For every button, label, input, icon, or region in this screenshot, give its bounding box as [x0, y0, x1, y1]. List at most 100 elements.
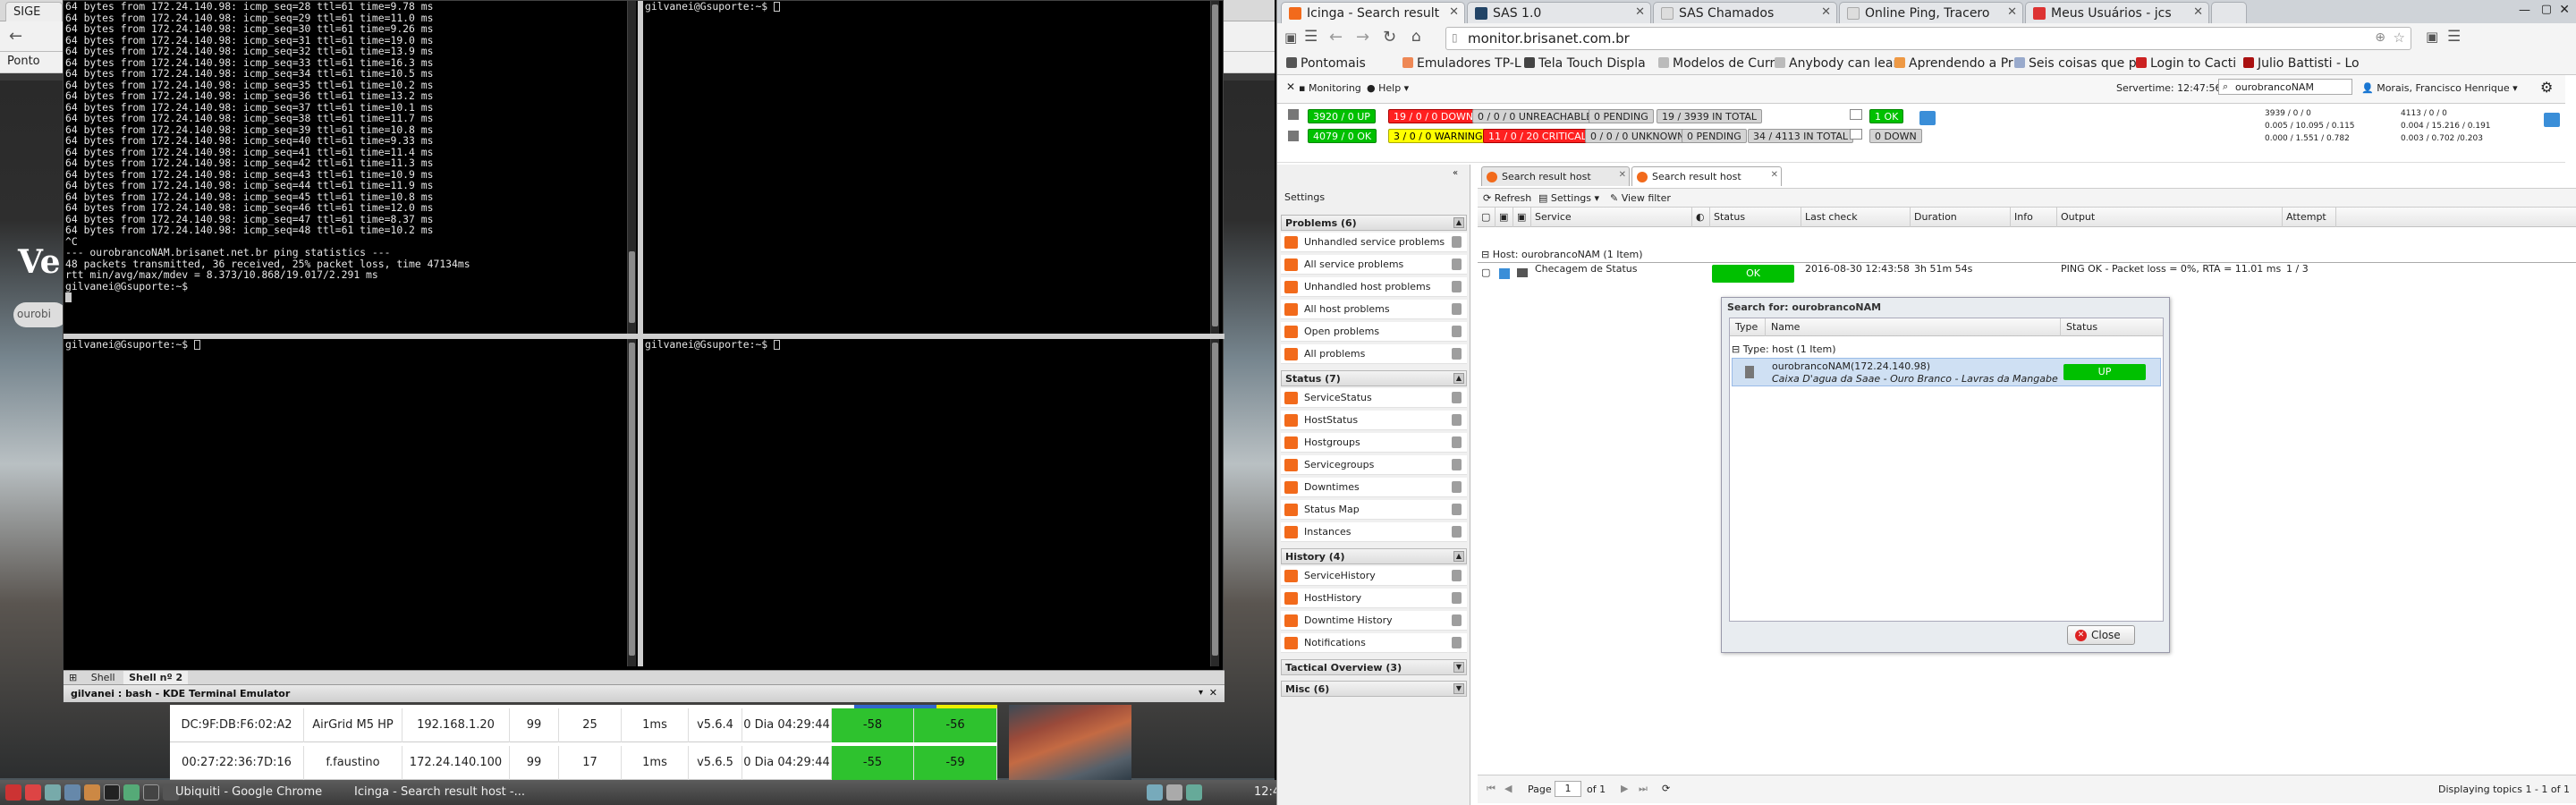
terminal-tab-shell-2[interactable]: Shell nº 2: [123, 671, 189, 684]
services-pending[interactable]: 0 PENDING: [1682, 129, 1747, 143]
terminal-pane-top-right[interactable]: gilvanei@Gsuporte:~$: [645, 1, 1208, 334]
table-row[interactable]: 00:27:22:36:7D:16 f.faustino 172.24.140.10…: [170, 746, 997, 780]
sidebar-item[interactable]: HostStatus: [1281, 411, 1467, 430]
terminal-scrollbar[interactable]: [627, 1, 636, 334]
sidebar-item[interactable]: All problems: [1281, 344, 1467, 364]
forward-arrow-icon[interactable]: →: [1356, 28, 1369, 47]
hosts-pending[interactable]: 0 PENDING: [1589, 109, 1654, 123]
close-tab-icon[interactable]: ✕: [1771, 170, 1778, 180]
terminal-pane-bottom-left[interactable]: gilvanei@Gsuporte:~$: [65, 339, 625, 666]
tab-gmail[interactable]: Meus Usuários - jcs ✕: [2025, 2, 2209, 23]
back-arrow-icon[interactable]: ←: [9, 27, 22, 46]
last-page-icon[interactable]: ⏭: [1639, 783, 1648, 795]
toggle-icon[interactable]: ▼: [1453, 662, 1464, 673]
close-button[interactable]: ✕ Close: [2067, 625, 2135, 645]
bookmark-pontomais[interactable]: Pontomais: [1286, 56, 1366, 71]
instances-down[interactable]: 0 DOWN: [1869, 129, 1922, 143]
sidebar-item[interactable]: Notifications: [1281, 633, 1467, 653]
refresh-button[interactable]: ⟳ Refresh: [1483, 192, 1531, 204]
hosts-up[interactable]: 3920 / 0 UP: [1308, 109, 1376, 123]
sidebar-item[interactable]: ServiceHistory: [1281, 566, 1467, 586]
maximize-icon[interactable]: ▢: [2541, 3, 2552, 16]
view-filter-button[interactable]: ✎ View filter: [1610, 192, 1671, 204]
close-tab-icon[interactable]: ✕: [1619, 170, 1626, 180]
sidebar-item[interactable]: Downtime History: [1281, 611, 1467, 631]
close-tab-icon[interactable]: ✕: [1449, 5, 1459, 19]
terminal-scrollbar[interactable]: [1210, 339, 1219, 666]
settings-button[interactable]: Settings: [1284, 191, 1325, 203]
minimize-icon[interactable]: —: [2519, 4, 2530, 17]
trash-icon[interactable]: [1452, 459, 1462, 470]
gear-icon[interactable]: ⚙: [2540, 79, 2553, 96]
files-icon[interactable]: [45, 784, 61, 801]
trash-icon[interactable]: [1452, 348, 1462, 360]
terminal-tab-shell[interactable]: Shell: [86, 671, 121, 684]
panel-header[interactable]: Status (7) ▲: [1281, 370, 1467, 386]
battery-icon[interactable]: [1186, 784, 1202, 801]
column-attempt[interactable]: Attempt: [2283, 208, 2336, 227]
hosts-total[interactable]: 19 / 3939 IN TOTAL: [1657, 109, 1763, 123]
toggle-icon[interactable]: ▼: [1453, 683, 1464, 694]
trash-icon[interactable]: [1452, 614, 1462, 626]
collapse-icon[interactable]: «: [1453, 168, 1458, 178]
sidebar-item[interactable]: Hostgroups: [1281, 433, 1467, 453]
app-launcher-icon[interactable]: [25, 784, 41, 801]
left-tab-sige[interactable]: SIGE: [5, 2, 63, 21]
close-tab-icon[interactable]: ✕: [2193, 5, 2203, 19]
monitor-icon[interactable]: [143, 784, 159, 801]
toggle-icon[interactable]: ▲: [1453, 217, 1464, 228]
taskbar-item-icinga[interactable]: Icinga - Search result host -...: [349, 783, 530, 802]
terminal-pane-bottom-right[interactable]: gilvanei@Gsuporte:~$: [645, 339, 1208, 666]
bookmark-modelos[interactable]: Modelos de Curr: [1658, 56, 1775, 71]
hosts-unreachable[interactable]: 0 / 0 / 0 UNREACHABLE: [1472, 109, 1598, 123]
tab-search-result-host-1[interactable]: Search result host ✕: [1481, 166, 1630, 186]
sidebar-item[interactable]: Unhandled service problems: [1281, 233, 1467, 252]
taskbar-item-chrome[interactable]: Ubiquiti - Google Chrome: [170, 783, 327, 802]
trash-icon[interactable]: [1452, 281, 1462, 292]
sidebar-item[interactable]: Downtimes: [1281, 478, 1467, 497]
sidebar-item[interactable]: All host problems: [1281, 300, 1467, 319]
network-icon[interactable]: [1147, 784, 1163, 801]
panel-header[interactable]: History (4) ▲: [1281, 548, 1467, 564]
table-row[interactable]: DC:9F:DB:F6:02:A2 AirGrid M5 HP 192.168.1.…: [170, 708, 997, 742]
trash-icon[interactable]: [1452, 326, 1462, 337]
row-checkbox[interactable]: ▢: [1481, 267, 1490, 278]
menu-icon[interactable]: ☰: [2447, 28, 2461, 46]
bookmark-seis-coisas[interactable]: Seis coisas que p: [2014, 56, 2137, 71]
page-input[interactable]: 1: [1555, 781, 1581, 797]
service-name[interactable]: Checagem de Status: [1535, 263, 1637, 275]
star-icon[interactable]: ☆: [2394, 30, 2405, 46]
trash-icon[interactable]: [1452, 526, 1462, 538]
minimize-icon[interactable]: ▾: [1199, 688, 1203, 698]
refresh-icon[interactable]: [1919, 111, 1936, 125]
chrome-icon[interactable]: [84, 784, 100, 801]
host-link-icon[interactable]: [1499, 268, 1510, 279]
table-row[interactable]: ▢ Checagem de Status OK 2016-08-30 12:43…: [1478, 263, 2576, 286]
sidebar-item[interactable]: Unhandled host problems: [1281, 277, 1467, 297]
panel-header[interactable]: Tactical Overview (3) ▼: [1281, 659, 1467, 675]
start-menu-icon[interactable]: [5, 784, 21, 801]
column-type[interactable]: Type: [1730, 318, 1766, 336]
desktop-icon[interactable]: [64, 784, 80, 801]
column-info[interactable]: Info: [2011, 208, 2057, 227]
settings-button[interactable]: ▤ Settings ▾: [1538, 192, 1599, 204]
column-name[interactable]: Name: [1766, 318, 2061, 336]
menu-monitoring[interactable]: ▪ Monitoring: [1299, 82, 1361, 94]
services-ok[interactable]: 4079 / 0 OK: [1308, 129, 1377, 143]
menu-icon[interactable]: ☰: [1304, 28, 1318, 46]
zoom-icon[interactable]: ⊕: [2375, 30, 2385, 45]
services-critical[interactable]: 11 / 0 / 20 CRITICAL: [1483, 129, 1592, 143]
column-output[interactable]: Output: [2057, 208, 2283, 227]
camera-icon[interactable]: ▣: [1284, 30, 1297, 46]
first-page-icon[interactable]: ⏮: [1487, 783, 1496, 795]
new-tab-button[interactable]: [2211, 2, 2247, 23]
services-unknown[interactable]: 0 / 0 / 0 UNKNOWN: [1585, 129, 1690, 143]
tab-sas[interactable]: SAS 1.0 ✕: [1467, 2, 1651, 23]
bookmark-julio[interactable]: Julio Battisti - Lo: [2243, 56, 2360, 71]
prev-page-icon[interactable]: ◀: [1504, 783, 1512, 794]
left-bookmark-ponto[interactable]: Ponto: [7, 55, 40, 68]
reload-icon[interactable]: ↻: [1383, 28, 1396, 47]
search-input[interactable]: ⌕ ourobrancoNAM: [2218, 79, 2352, 95]
column-last-check[interactable]: Last check: [1801, 208, 1911, 227]
close-icon[interactable]: ✕: [1209, 687, 1217, 699]
